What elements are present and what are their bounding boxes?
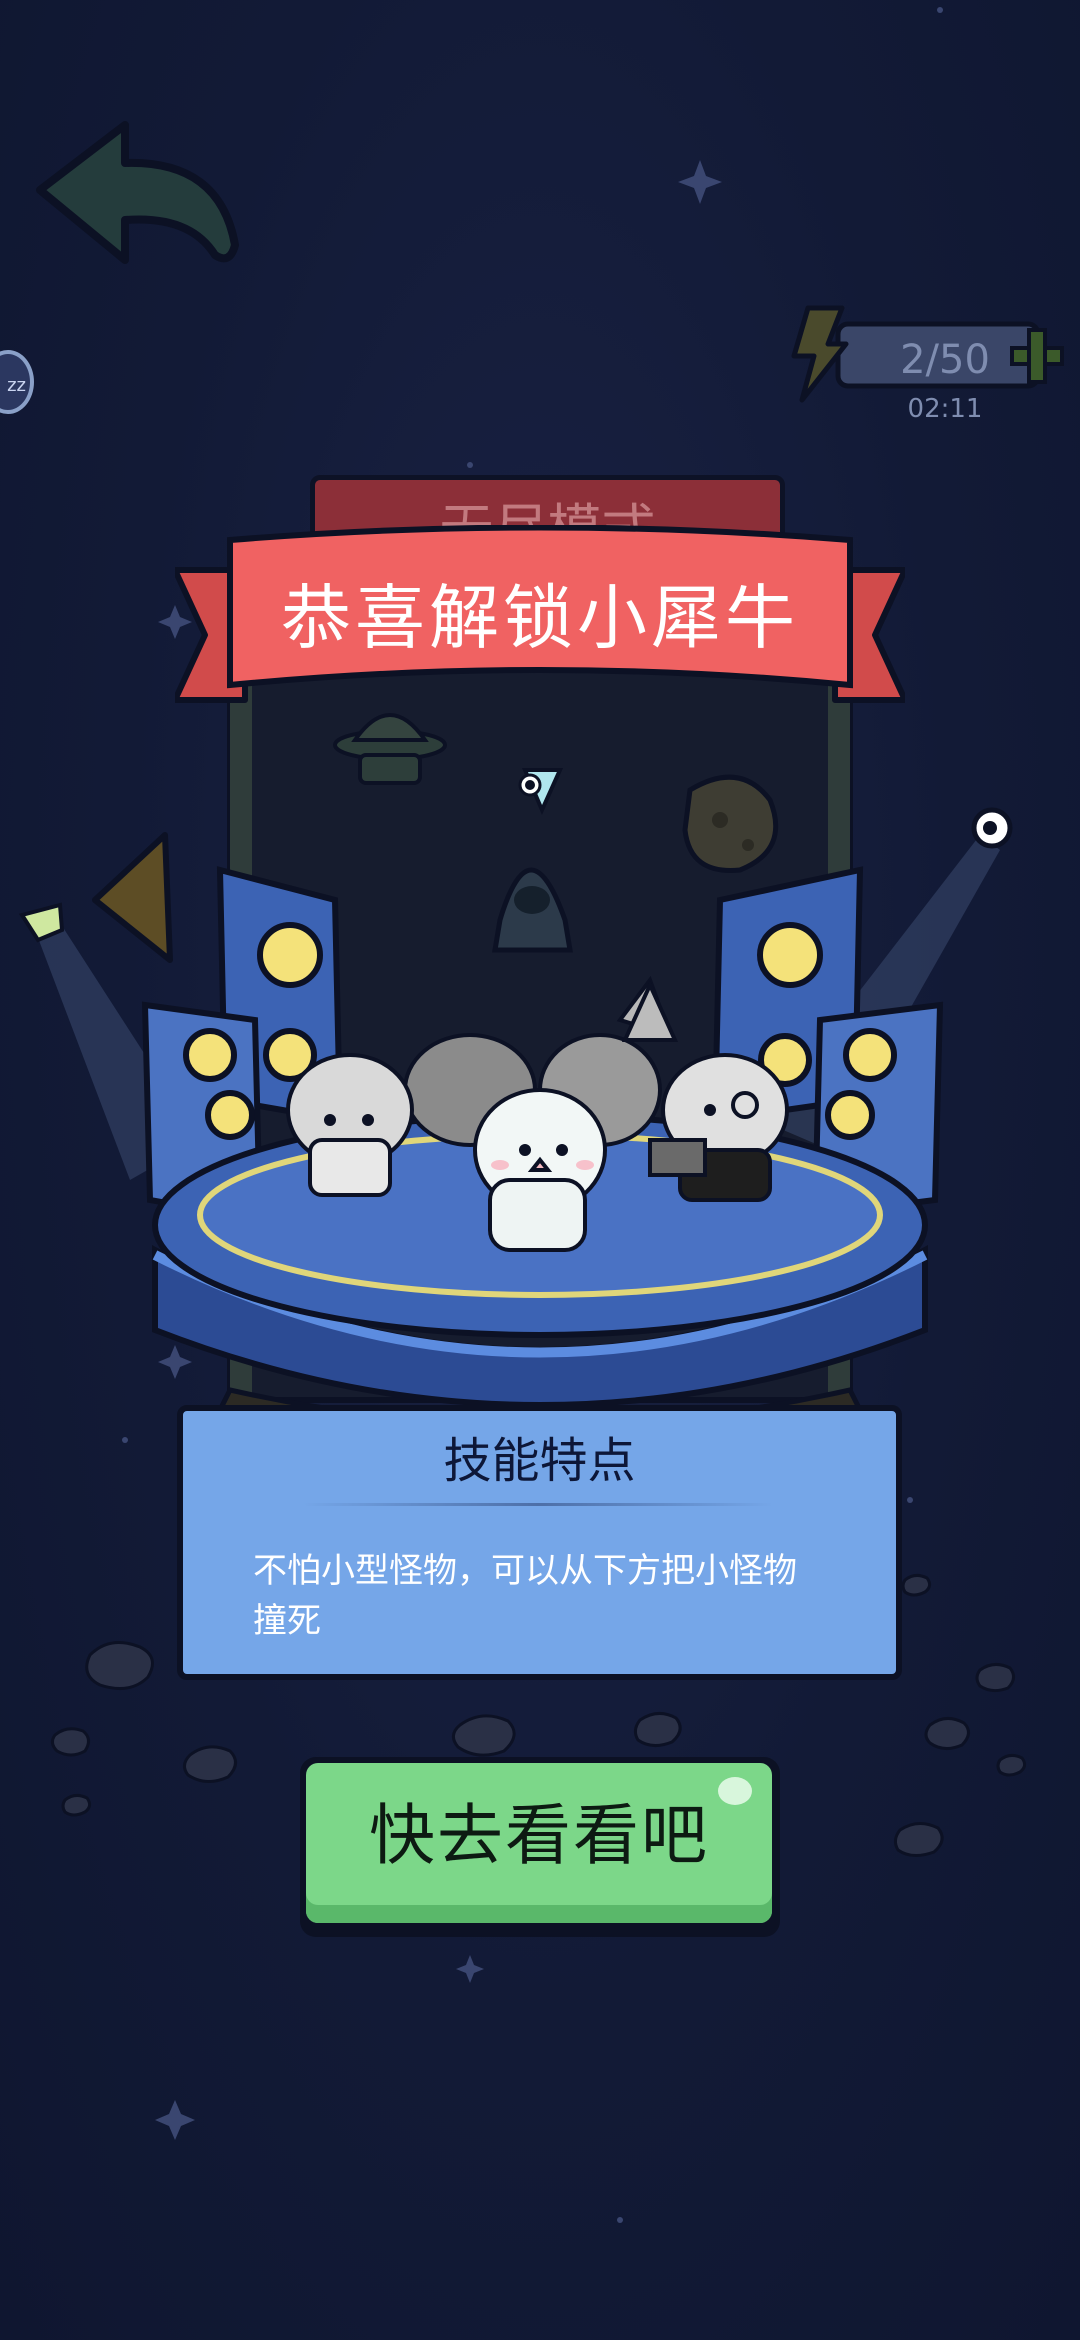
skill-title: 技能特点: [443, 1433, 636, 1489]
game-screen: zz 2/50 02:11 无尽模式: [0, 0, 1080, 2340]
asteroid-icon: [682, 774, 779, 873]
skill-divider: [303, 1503, 773, 1506]
go-see-button-face[interactable]: 快去看看吧: [306, 1763, 772, 1923]
skill-panel: 技能特点 不怕小型怪物，可以从下方把小怪物撞死: [177, 1405, 902, 1680]
triangle-shape: [92, 832, 173, 963]
unlock-title: 恭喜解锁小犀牛: [281, 577, 799, 659]
skill-description: 不怕小型怪物，可以从下方把小怪物撞死: [253, 1551, 797, 1641]
go-see-button[interactable]: 快去看看吧: [300, 1757, 780, 1937]
banner-text-wrap: 恭喜解锁小犀牛: [175, 525, 905, 725]
go-see-button-label: 快去看看吧: [369, 1797, 709, 1874]
stage-scene: [18, 637, 1013, 1448]
